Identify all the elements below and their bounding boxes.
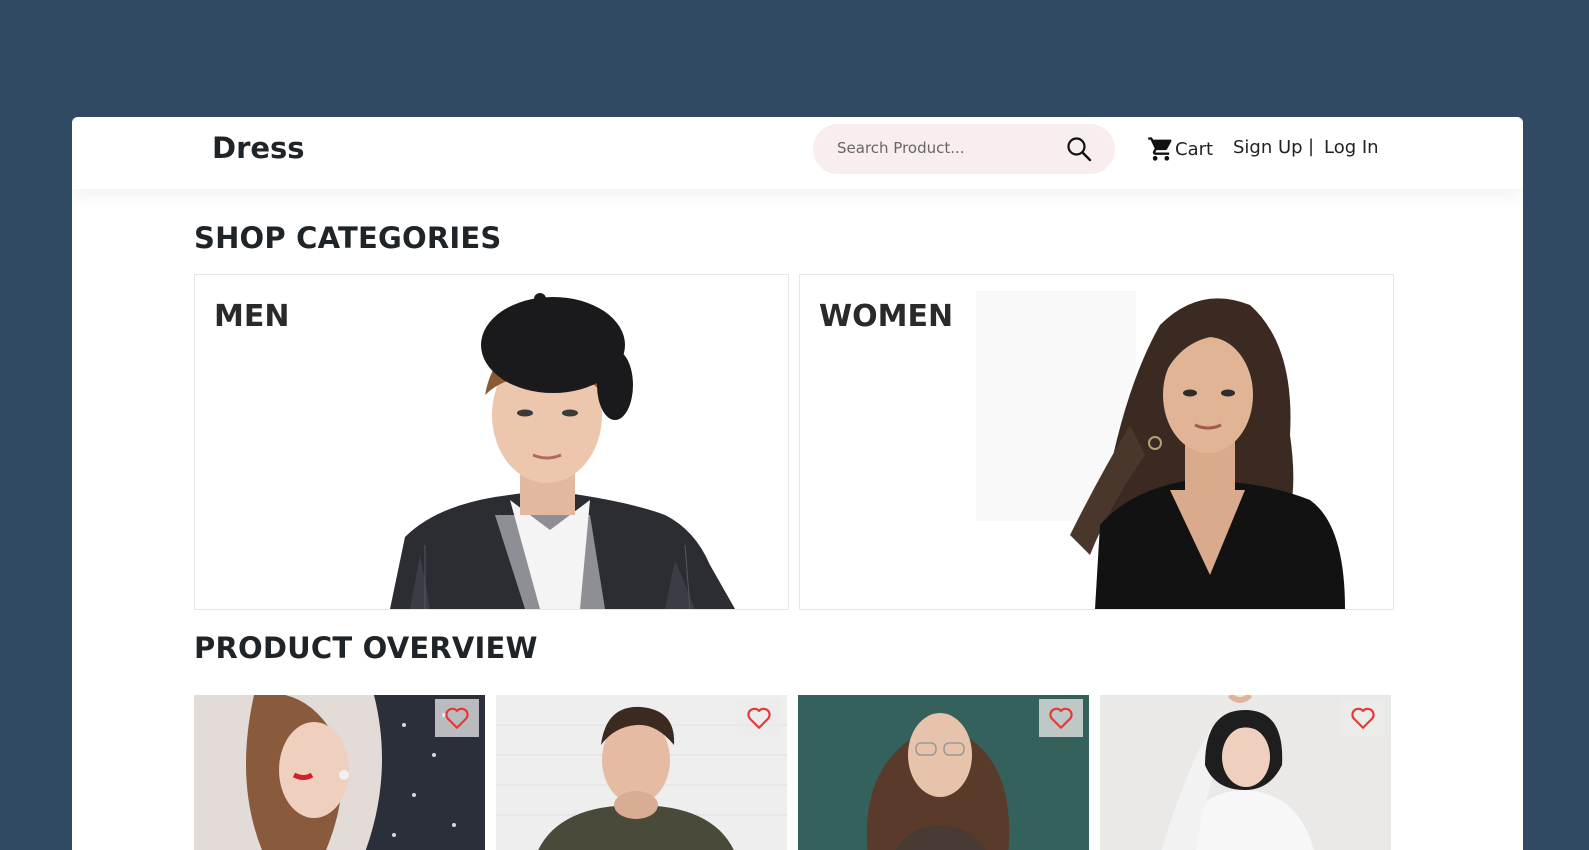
product-card[interactable] xyxy=(194,695,485,850)
category-label-men: MEN xyxy=(214,299,290,334)
top-navbar: Dress Cart Sign Up | Log In xyxy=(72,117,1523,189)
favorite-button[interactable] xyxy=(737,699,781,737)
category-card-men[interactable]: MEN xyxy=(194,274,789,610)
cart-link[interactable]: Cart xyxy=(1147,135,1213,163)
search-icon[interactable] xyxy=(1065,135,1093,163)
product-card[interactable] xyxy=(496,695,787,850)
product-card[interactable] xyxy=(1100,695,1391,850)
cart-icon xyxy=(1148,137,1172,161)
signup-link[interactable]: Sign Up xyxy=(1233,137,1303,158)
heart-outline-icon xyxy=(1049,707,1073,729)
heart-outline-icon xyxy=(1351,707,1375,729)
favorite-button[interactable] xyxy=(435,699,479,737)
product-overview-heading: PRODUCT OVERVIEW xyxy=(194,631,538,665)
category-label-women: WOMEN xyxy=(819,299,954,334)
brand-logo[interactable]: Dress xyxy=(212,131,305,165)
search-input[interactable] xyxy=(835,138,1049,158)
product-card[interactable] xyxy=(798,695,1089,850)
cart-label: Cart xyxy=(1175,138,1214,160)
favorite-button[interactable] xyxy=(1039,699,1083,737)
search-bar xyxy=(813,124,1115,174)
favorite-button[interactable] xyxy=(1341,699,1385,737)
heart-outline-icon xyxy=(445,707,469,729)
app-window: Dress Cart Sign Up | Log In SHOP CATEGOR… xyxy=(72,117,1523,850)
heart-outline-icon xyxy=(747,707,771,729)
shop-categories-heading: SHOP CATEGORIES xyxy=(194,221,502,255)
login-link[interactable]: Log In xyxy=(1324,137,1379,158)
category-card-women[interactable]: WOMEN xyxy=(799,274,1394,610)
nav-separator: | xyxy=(1308,136,1315,157)
